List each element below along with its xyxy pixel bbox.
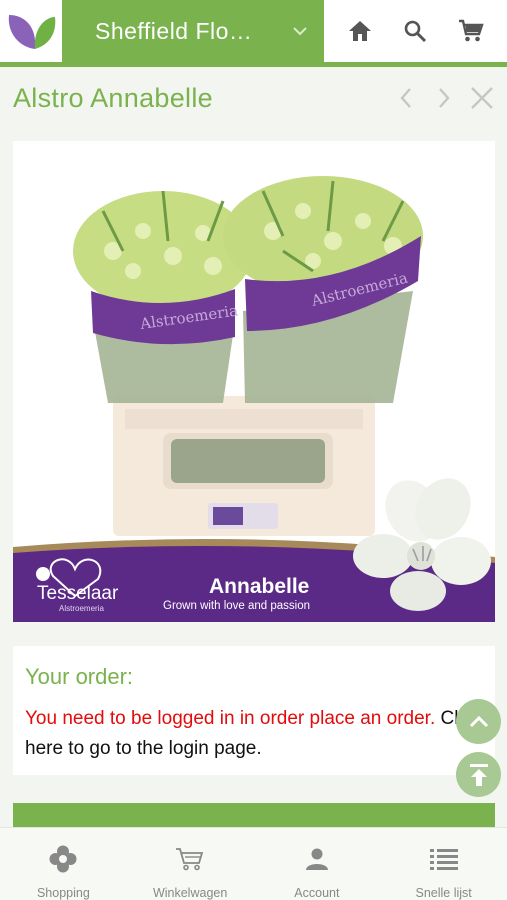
chevron-down-icon [292,23,308,39]
nav-label: Winkelwagen [152,886,228,900]
green-action-bar[interactable] [13,803,495,827]
login-message[interactable]: You need to be logged in in order place … [25,704,483,764]
nav-account[interactable]: Account [254,828,381,900]
scroll-to-top-button[interactable] [456,752,501,797]
nav-label: Account [294,886,340,900]
home-icon[interactable] [340,11,380,51]
product-navigation [393,85,495,111]
list-icon [429,844,459,874]
product-photo: Alstroemeria Alstroemeria Tesselaar Alst… [13,176,495,622]
leaf-logo-icon [8,15,56,49]
brand-name: Tesselaar [37,583,119,604]
chevron-right-icon[interactable] [431,85,457,111]
nav-cart[interactable]: Winkelwagen [127,828,254,900]
nav-quick-list[interactable]: Snelle lijst [380,828,507,900]
login-required-text: You need to be logged in in order place … [25,708,436,729]
order-card: Your order: You need to be logged in in … [13,646,495,775]
flower-icon [48,844,78,874]
cart-icon[interactable] [451,11,491,51]
bottom-navigation: Shopping Winkelwagen Account Snelle lijs… [0,827,507,900]
store-name: Sheffield Flo… [95,17,253,44]
arrow-to-top-icon [469,763,488,786]
person-icon [302,844,332,874]
header-underline [0,62,507,67]
top-bar: Sheffield Flo… [0,0,507,62]
chevron-left-icon[interactable] [393,85,419,111]
search-icon[interactable] [395,11,435,51]
scroll-up-button[interactable] [456,699,501,744]
product-title-row: Alstro Annabelle [13,80,495,116]
brand-subtitle: Alstroemeria [59,604,104,613]
nav-shopping[interactable]: Shopping [0,828,127,900]
nav-label: Shopping [36,886,90,900]
order-heading: Your order: [25,664,134,689]
logo[interactable] [0,0,62,62]
nav-label: Snelle lijst [415,886,472,900]
product-image: Alstroemeria Alstroemeria Tesselaar Alst… [13,141,495,622]
chevron-up-icon [469,715,488,728]
product-title: Alstro Annabelle [13,82,213,113]
cart-icon [175,844,205,874]
header-actions [324,0,507,62]
close-icon[interactable] [469,85,495,111]
variety-name: Annabelle [209,575,309,598]
store-selector[interactable]: Sheffield Flo… [62,0,324,62]
tagline: Grown with love and passion [163,600,310,612]
